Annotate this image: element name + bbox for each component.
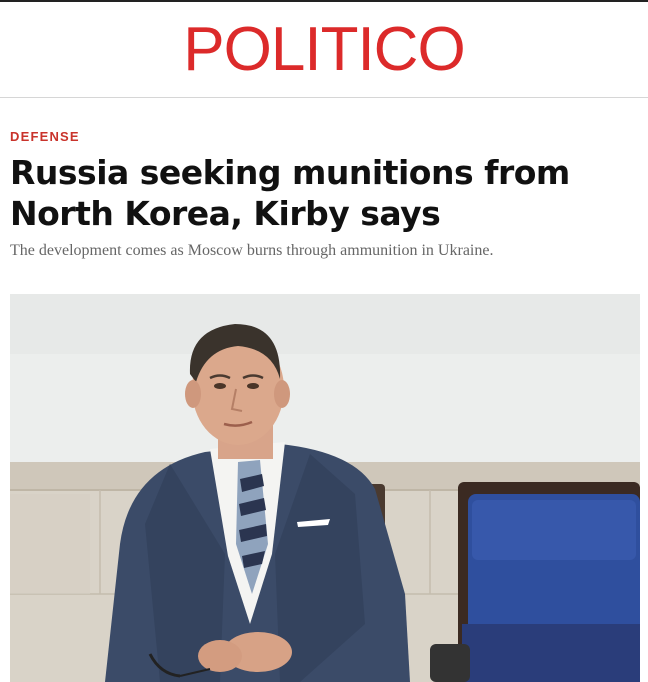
- article-photo[interactable]: [10, 294, 640, 682]
- site-header: POLITICO: [0, 0, 648, 98]
- article-headline: Russia seeking munitions from North Kore…: [10, 153, 570, 233]
- section-kicker[interactable]: DEFENSE: [10, 129, 80, 144]
- politico-logo[interactable]: POLITICO: [183, 18, 465, 81]
- photo-illustration: [10, 294, 640, 682]
- article-dek: The development comes as Moscow burns th…: [10, 242, 494, 259]
